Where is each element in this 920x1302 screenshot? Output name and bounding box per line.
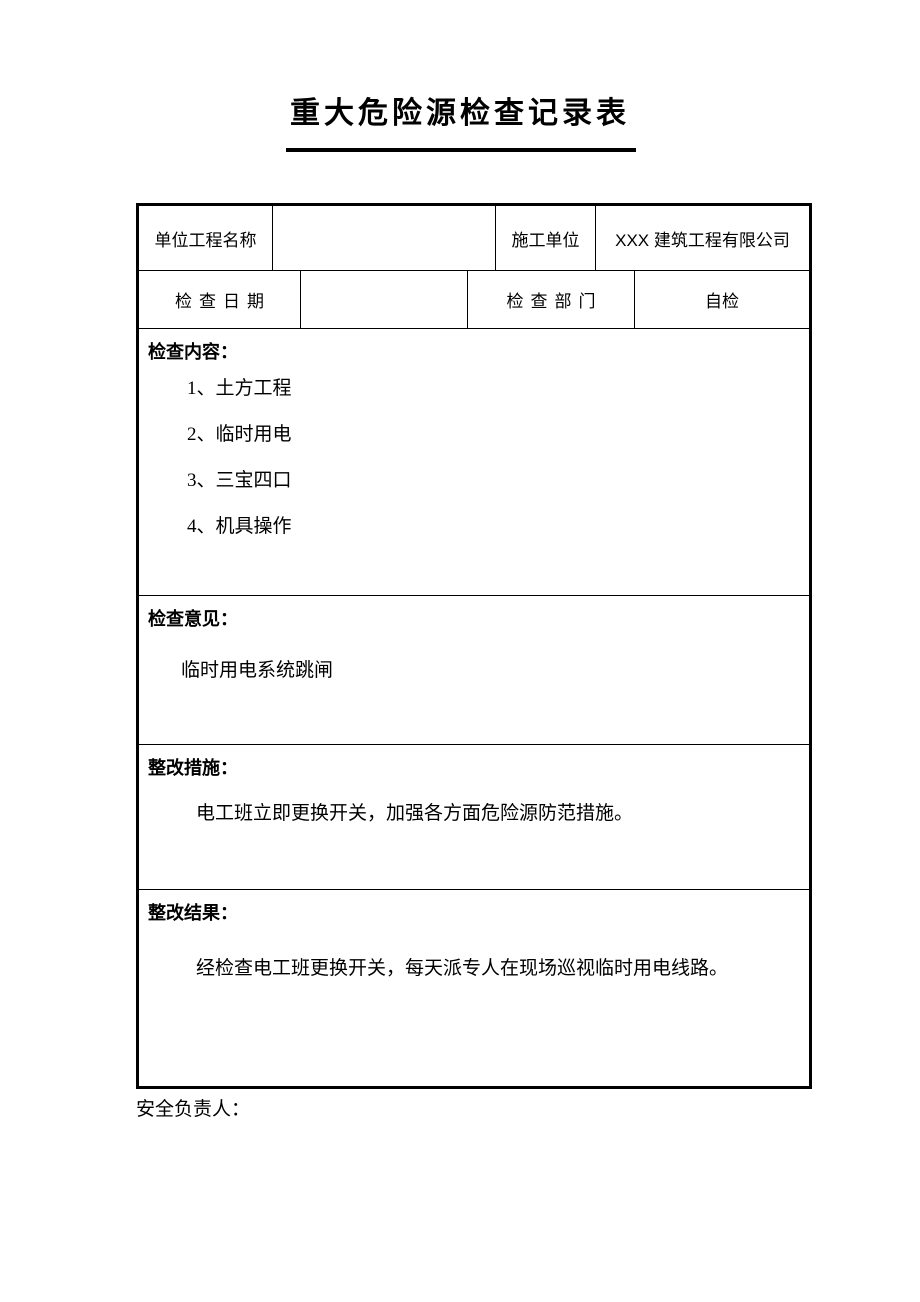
- inspection-opinion-text[interactable]: 临时用电系统跳闸: [139, 633, 809, 682]
- section-corrective-result: 整改结果： 经检查电工班更换开关，每天派专人在现场巡视临时用电线路。: [139, 890, 809, 1086]
- label-inspection-department: 检查部门: [468, 271, 635, 328]
- value-construction-unit[interactable]: XXX 建筑工程有限公司: [596, 206, 809, 270]
- section-inspection-opinion: 检查意见： 临时用电系统跳闸: [139, 596, 809, 745]
- section-inspection-content: 检查内容： 1、土方工程 2、临时用电 3、三宝四口 4、机具操作: [139, 329, 809, 596]
- list-item: 1、土方工程: [187, 378, 292, 399]
- label-inspection-date: 检查日期: [139, 271, 301, 328]
- corrective-result-text[interactable]: 经检查电工班更换开关，每天派专人在现场巡视临时用电线路。: [139, 927, 809, 989]
- inspection-content-list: 1、土方工程 2、临时用电 3、三宝四口 4、机具操作: [139, 366, 809, 550]
- section-title-corrective-measure: 整改措施：: [148, 758, 238, 778]
- section-title-inspection-content: 检查内容：: [148, 342, 238, 362]
- value-inspection-department[interactable]: 自检: [635, 271, 809, 328]
- section-title-corrective-result: 整改结果：: [148, 903, 238, 923]
- value-project-name[interactable]: [273, 206, 496, 270]
- table-row-date-dept: 检查日期 检查部门 自检: [139, 271, 809, 329]
- section-corrective-measure: 整改措施： 电工班立即更换开关，加强各方面危险源防范措施。: [139, 745, 809, 890]
- inspection-record-table: 单位工程名称 施工单位 XXX 建筑工程有限公司 检查日期 检查部门 自检 检查…: [136, 203, 812, 1089]
- section-title-inspection-opinion: 检查意见：: [148, 609, 238, 629]
- label-construction-unit: 施工单位: [496, 206, 596, 270]
- label-project-name: 单位工程名称: [139, 206, 273, 270]
- safety-officer-signature-label: 安全负责人：: [136, 1099, 251, 1120]
- list-item: 2、临时用电: [187, 424, 292, 445]
- value-inspection-date[interactable]: [301, 271, 468, 328]
- title-underline-rule: [286, 148, 636, 152]
- table-row-project-unit: 单位工程名称 施工单位 XXX 建筑工程有限公司: [139, 206, 809, 271]
- list-item: 4、机具操作: [187, 516, 292, 537]
- list-item: 3、三宝四口: [187, 470, 292, 491]
- page-title-text: 重大危险源检查记录表: [290, 97, 630, 130]
- page-title: 重大危险源检查记录表: [0, 96, 920, 152]
- corrective-measure-text[interactable]: 电工班立即更换开关，加强各方面危险源防范措施。: [139, 782, 809, 823]
